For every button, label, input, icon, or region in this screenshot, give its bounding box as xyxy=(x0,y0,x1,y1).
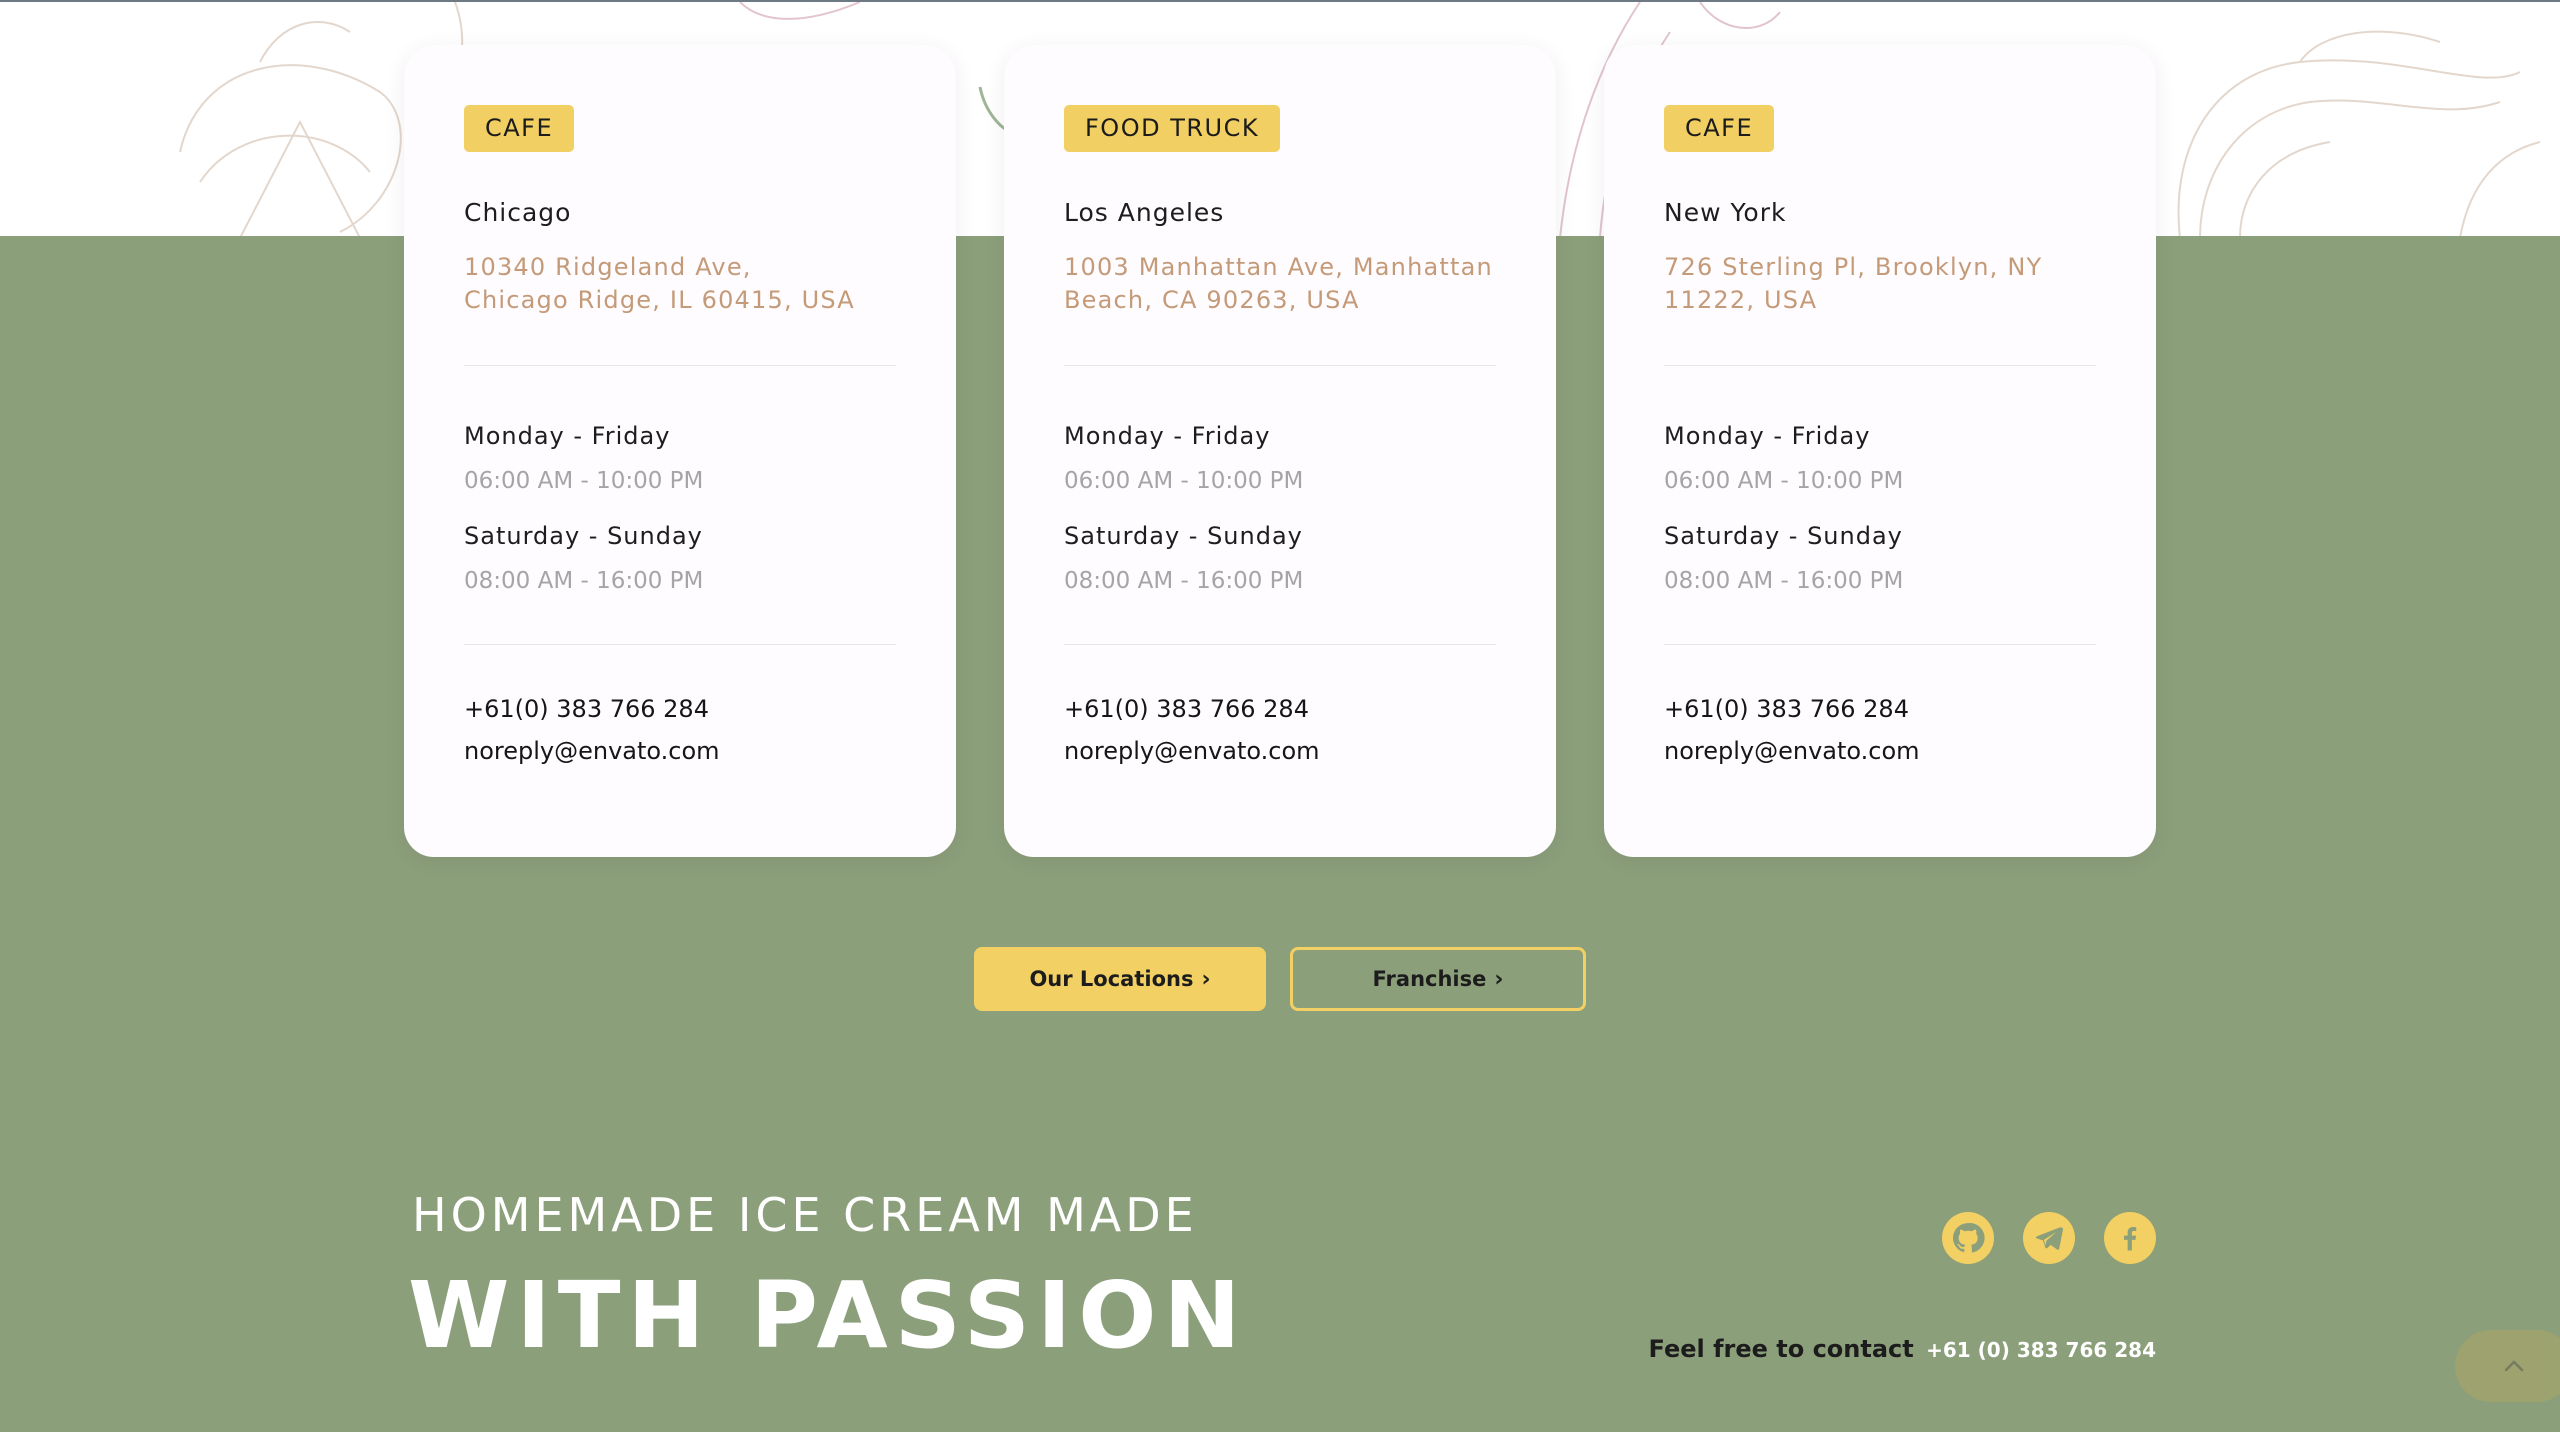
phone-link[interactable]: +61(0) 383 766 284 xyxy=(1064,695,1496,723)
franchise-label: Franchise xyxy=(1372,967,1487,991)
address-line-1: 1003 Manhattan Ave, Manhattan xyxy=(1064,253,1493,281)
weekday-hours: 06:00 AM - 10:00 PM xyxy=(1664,468,1904,494)
divider xyxy=(464,644,896,645)
location-type-badge: CAFE xyxy=(1664,105,1775,152)
divider xyxy=(1664,644,2096,645)
weekday-hours: 06:00 AM - 10:00 PM xyxy=(464,468,704,494)
our-locations-label: Our Locations xyxy=(1029,967,1194,991)
divider xyxy=(464,365,896,366)
email-link[interactable]: noreply@envato.com xyxy=(1064,737,1496,765)
location-address[interactable]: 10340 Ridgeland Ave, Chicago Ridge, IL 6… xyxy=(464,251,896,317)
location-card-los-angeles: FOOD TRUCK Los Angeles 1003 Manhattan Av… xyxy=(1004,45,1556,857)
location-type-badge: FOOD TRUCK xyxy=(1064,105,1281,152)
location-city: Los Angeles xyxy=(1064,198,1225,227)
our-locations-button[interactable]: Our Locations › xyxy=(974,947,1266,1011)
weekday-label: Monday - Friday xyxy=(1664,422,1871,450)
location-card-new-york: CAFE New York 726 Sterling Pl, Brooklyn,… xyxy=(1604,45,2156,857)
address-line-1: 726 Sterling Pl, Brooklyn, NY xyxy=(1664,253,2043,281)
address-line-1: 10340 Ridgeland Ave, xyxy=(464,253,752,281)
footer-contact: Feel free to contact +61 (0) 383 766 284 xyxy=(1649,1335,2156,1363)
address-line-2: 11222, USA xyxy=(1664,286,1818,314)
weekend-label: Saturday - Sunday xyxy=(464,522,703,550)
facebook-icon[interactable] xyxy=(2104,1212,2156,1264)
divider xyxy=(1064,644,1496,645)
weekday-label: Monday - Friday xyxy=(1064,422,1271,450)
chevron-right-icon: › xyxy=(1201,966,1211,992)
footer-headline: WITH PASSION xyxy=(408,1262,1248,1369)
location-address[interactable]: 1003 Manhattan Ave, Manhattan Beach, CA … xyxy=(1064,251,1496,317)
location-card-chicago: CAFE Chicago 10340 Ridgeland Ave, Chicag… xyxy=(404,45,956,857)
weekday-label: Monday - Friday xyxy=(464,422,671,450)
weekend-hours: 08:00 AM - 16:00 PM xyxy=(1064,568,1304,594)
location-address[interactable]: 726 Sterling Pl, Brooklyn, NY 11222, USA xyxy=(1664,251,2096,317)
email-link[interactable]: noreply@envato.com xyxy=(464,737,896,765)
footer-tagline: HOMEMADE ICE CREAM MADE xyxy=(412,1188,1198,1242)
weekend-label: Saturday - Sunday xyxy=(1064,522,1303,550)
location-city: New York xyxy=(1664,198,1787,227)
email-link[interactable]: noreply@envato.com xyxy=(1664,737,2096,765)
divider xyxy=(1664,365,2096,366)
chevron-right-icon: › xyxy=(1494,966,1504,992)
divider xyxy=(1064,365,1496,366)
franchise-button[interactable]: Franchise › xyxy=(1290,947,1586,1011)
chevron-up-icon xyxy=(2504,1360,2524,1372)
contact-label: Feel free to contact xyxy=(1648,1335,1914,1363)
weekday-hours: 06:00 AM - 10:00 PM xyxy=(1064,468,1304,494)
contact-phone-link[interactable]: +61 (0) 383 766 284 xyxy=(1926,1338,2156,1362)
weekend-label: Saturday - Sunday xyxy=(1664,522,1903,550)
location-city: Chicago xyxy=(464,198,572,227)
back-to-top-button[interactable] xyxy=(2455,1330,2560,1402)
github-icon[interactable] xyxy=(1942,1212,1994,1264)
phone-link[interactable]: +61(0) 383 766 284 xyxy=(1664,695,2096,723)
phone-link[interactable]: +61(0) 383 766 284 xyxy=(464,695,896,723)
address-line-2: Chicago Ridge, IL 60415, USA xyxy=(464,286,855,314)
address-line-2: Beach, CA 90263, USA xyxy=(1064,286,1360,314)
location-type-badge: CAFE xyxy=(464,105,575,152)
weekend-hours: 08:00 AM - 16:00 PM xyxy=(464,568,704,594)
weekend-hours: 08:00 AM - 16:00 PM xyxy=(1664,568,1904,594)
telegram-icon[interactable] xyxy=(2023,1212,2075,1264)
